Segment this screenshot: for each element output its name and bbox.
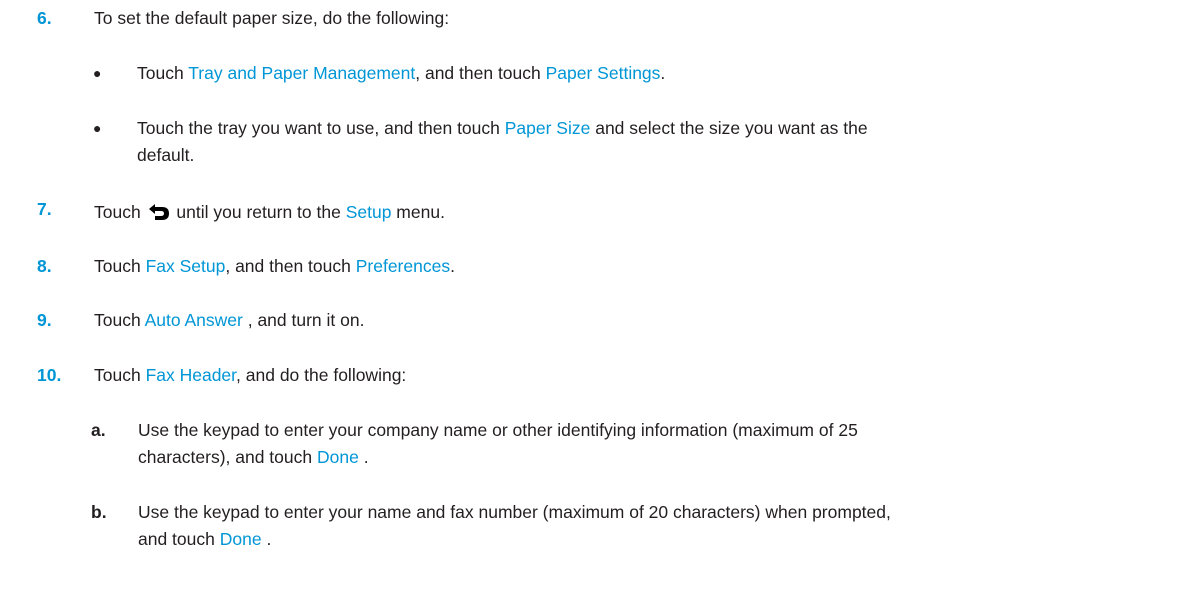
step-text: Touch Fax Setup, and then touch Preferen…	[94, 253, 455, 279]
bullet-icon: ●	[93, 120, 102, 136]
text-segment: until you return to the	[171, 202, 346, 222]
link-tray-and-paper-management[interactable]: Tray and Paper Management	[188, 63, 415, 83]
text-segment: , and then touch	[225, 256, 356, 276]
step-text: To set the default paper size, do the fo…	[94, 8, 450, 28]
substep-letter: b.	[91, 502, 107, 522]
link-done[interactable]: Done	[220, 529, 262, 549]
link-setup[interactable]: Setup	[346, 202, 392, 222]
step-number: 10.	[37, 365, 62, 385]
link-auto-answer[interactable]: Auto Answer	[145, 310, 243, 330]
link-done[interactable]: Done	[317, 447, 359, 467]
substep-letter: a.	[91, 420, 106, 440]
text-segment: Touch	[137, 63, 189, 83]
text-segment: menu.	[391, 202, 445, 222]
text-segment: Touch	[94, 365, 146, 385]
bullet-icon: ●	[93, 65, 102, 81]
step-number: 8.	[37, 256, 52, 276]
link-fax-setup[interactable]: Fax Setup	[146, 256, 226, 276]
bullet-text-continued: default.	[137, 145, 195, 165]
step-number: 7.	[37, 199, 52, 219]
text-segment: .	[358, 447, 369, 467]
bullet-text: Touch Tray and Paper Management, and the…	[137, 60, 665, 86]
step-number: 9.	[37, 310, 52, 330]
step-text: Touch Fax Header, and do the following:	[94, 362, 406, 388]
text-segment: Touch	[94, 202, 146, 222]
text-segment: , and then touch	[415, 63, 546, 83]
back-arrow-icon	[148, 204, 169, 220]
text-segment: and select the size you want as the	[590, 118, 868, 138]
link-fax-header[interactable]: Fax Header	[146, 365, 236, 385]
text-segment: and touch	[138, 529, 220, 549]
text-segment: Touch	[94, 256, 146, 276]
substep-text: Use the keypad to enter your company nam…	[138, 420, 858, 440]
step-text: Touch until you return to the Setup menu…	[94, 199, 445, 225]
text-segment: .	[660, 63, 666, 83]
text-segment: , and turn it on.	[242, 310, 365, 330]
step-number: 6.	[37, 8, 52, 28]
substep-b-continued: and touch Done .	[138, 526, 271, 552]
substep-text: Use the keypad to enter your name and fa…	[138, 502, 891, 522]
text-segment: .	[261, 529, 272, 549]
link-preferences[interactable]: Preferences	[356, 256, 450, 276]
substep-a-continued: characters), and touch Done .	[138, 444, 369, 470]
bullet-text: Touch the tray you want to use, and then…	[137, 115, 868, 141]
text-segment: .	[450, 256, 455, 276]
link-paper-settings[interactable]: Paper Settings	[546, 63, 661, 83]
link-paper-size[interactable]: Paper Size	[505, 118, 591, 138]
text-segment: , and do the following:	[236, 365, 407, 385]
text-segment: Touch	[94, 310, 145, 330]
step-text: Touch Auto Answer , and turn it on.	[94, 307, 364, 333]
text-segment: characters), and touch	[138, 447, 317, 467]
text-segment: Touch the tray you want to use, and then…	[137, 118, 505, 138]
